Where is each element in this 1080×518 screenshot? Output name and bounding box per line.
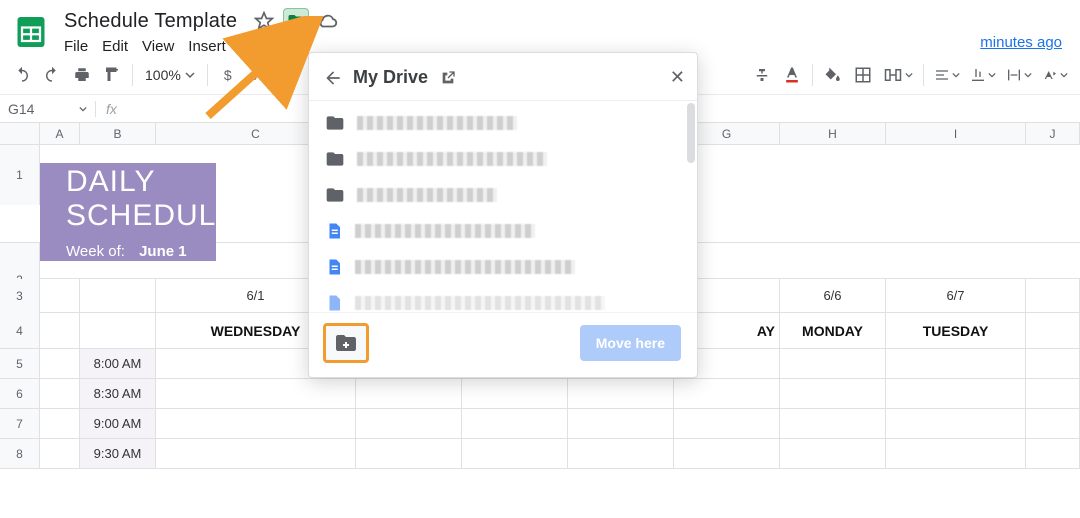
- redo-button[interactable]: [38, 61, 66, 89]
- row-header[interactable]: 4: [0, 313, 40, 348]
- strikethrough-button[interactable]: [748, 61, 776, 89]
- row-header[interactable]: 6: [0, 379, 40, 408]
- row-header[interactable]: 1: [0, 145, 40, 205]
- drive-item[interactable]: [309, 249, 697, 285]
- document-title[interactable]: Schedule Template: [64, 10, 237, 33]
- time-cell[interactable]: 9:30 AM: [80, 439, 156, 468]
- separator: [923, 64, 924, 86]
- doc-icon: [325, 221, 343, 241]
- banner-title: DAILY SCHEDUL: [66, 165, 216, 233]
- drive-item[interactable]: [309, 177, 697, 213]
- banner-subtitle: Week of: June 1: [66, 243, 216, 260]
- time-cell[interactable]: 8:00 AM: [80, 349, 156, 378]
- doc-icon: [325, 257, 343, 277]
- menu-insert[interactable]: Insert: [188, 38, 226, 55]
- row-header[interactable]: 5: [0, 349, 40, 378]
- sheets-app-icon[interactable]: [10, 11, 52, 53]
- row-header[interactable]: 7: [0, 409, 40, 438]
- time-cell[interactable]: 8:30 AM: [80, 379, 156, 408]
- title-bar: Schedule Template File Edit View Insert …: [0, 0, 1080, 55]
- move-here-button[interactable]: Move here: [580, 325, 681, 361]
- star-icon[interactable]: [251, 8, 277, 34]
- move-file-icon[interactable]: [283, 8, 309, 34]
- doc-icon: [325, 293, 343, 312]
- merge-cells-button[interactable]: [879, 61, 917, 89]
- v-align-button[interactable]: [966, 61, 1000, 89]
- last-edit-link[interactable]: minutes ago: [980, 34, 1070, 55]
- menu-file[interactable]: File: [64, 38, 88, 55]
- separator: [207, 64, 208, 86]
- blurred-label: [355, 296, 605, 310]
- borders-button[interactable]: [849, 61, 877, 89]
- menu-bar: File Edit View Insert Fo: [64, 36, 341, 55]
- format-percent[interactable]: %: [244, 61, 272, 89]
- move-file-dialog: My Drive ✕ Move here: [308, 52, 698, 378]
- menu-view[interactable]: View: [142, 38, 174, 55]
- menu-format-clipped[interactable]: Fo: [240, 38, 258, 55]
- col-header[interactable]: A: [40, 123, 80, 144]
- zoom-value: 100%: [145, 67, 181, 83]
- drive-item[interactable]: [309, 141, 697, 177]
- dialog-back-button[interactable]: [323, 68, 343, 88]
- zoom-select[interactable]: 100%: [139, 67, 201, 83]
- paint-format-button[interactable]: [98, 61, 126, 89]
- row-header[interactable]: 3: [0, 279, 40, 312]
- folder-icon: [325, 113, 345, 133]
- text-wrap-button[interactable]: [1002, 61, 1036, 89]
- col-header[interactable]: J: [1026, 123, 1080, 144]
- time-cell[interactable]: 9:00 AM: [80, 409, 156, 438]
- drive-item[interactable]: [309, 213, 697, 249]
- day-header[interactable]: MONDAY: [780, 313, 886, 348]
- format-currency[interactable]: $: [214, 61, 242, 89]
- dialog-title: My Drive: [353, 67, 428, 88]
- drive-item[interactable]: [309, 105, 697, 141]
- drive-folder-list: [309, 101, 697, 312]
- cell-reference: G14: [8, 101, 34, 117]
- text-color-button[interactable]: [778, 61, 806, 89]
- separator: [812, 64, 813, 86]
- h-align-button[interactable]: [930, 61, 964, 89]
- blurred-label: [357, 152, 547, 166]
- fx-label: fx: [96, 101, 127, 117]
- date-cell[interactable]: 6/6: [780, 279, 886, 312]
- cloud-status-icon[interactable]: [315, 8, 341, 34]
- new-folder-button[interactable]: [323, 323, 369, 363]
- dialog-close-button[interactable]: ✕: [670, 67, 685, 88]
- separator: [132, 64, 133, 86]
- fill-color-button[interactable]: [819, 61, 847, 89]
- week-of-label: Week of:: [66, 243, 125, 260]
- print-button[interactable]: [68, 61, 96, 89]
- blurred-label: [355, 260, 575, 274]
- col-header[interactable]: I: [886, 123, 1026, 144]
- col-header[interactable]: H: [780, 123, 886, 144]
- day-header[interactable]: TUESDAY: [886, 313, 1026, 348]
- undo-button[interactable]: [8, 61, 36, 89]
- week-of-value: June 1: [139, 243, 187, 260]
- text-rotate-button[interactable]: [1038, 61, 1072, 89]
- blurred-label: [355, 224, 535, 238]
- menu-edit[interactable]: Edit: [102, 38, 128, 55]
- folder-icon: [325, 185, 345, 205]
- blurred-label: [357, 116, 517, 130]
- blurred-label: [357, 188, 497, 202]
- date-cell[interactable]: 6/7: [886, 279, 1026, 312]
- open-in-new-icon[interactable]: [440, 70, 456, 86]
- row-header[interactable]: 8: [0, 439, 40, 468]
- dialog-scrollbar[interactable]: [687, 103, 695, 163]
- folder-icon: [325, 149, 345, 169]
- schedule-banner: DAILY SCHEDUL Week of: June 1: [40, 163, 216, 261]
- name-box[interactable]: G14: [0, 101, 96, 117]
- col-header[interactable]: B: [80, 123, 156, 144]
- drive-item[interactable]: [309, 285, 697, 312]
